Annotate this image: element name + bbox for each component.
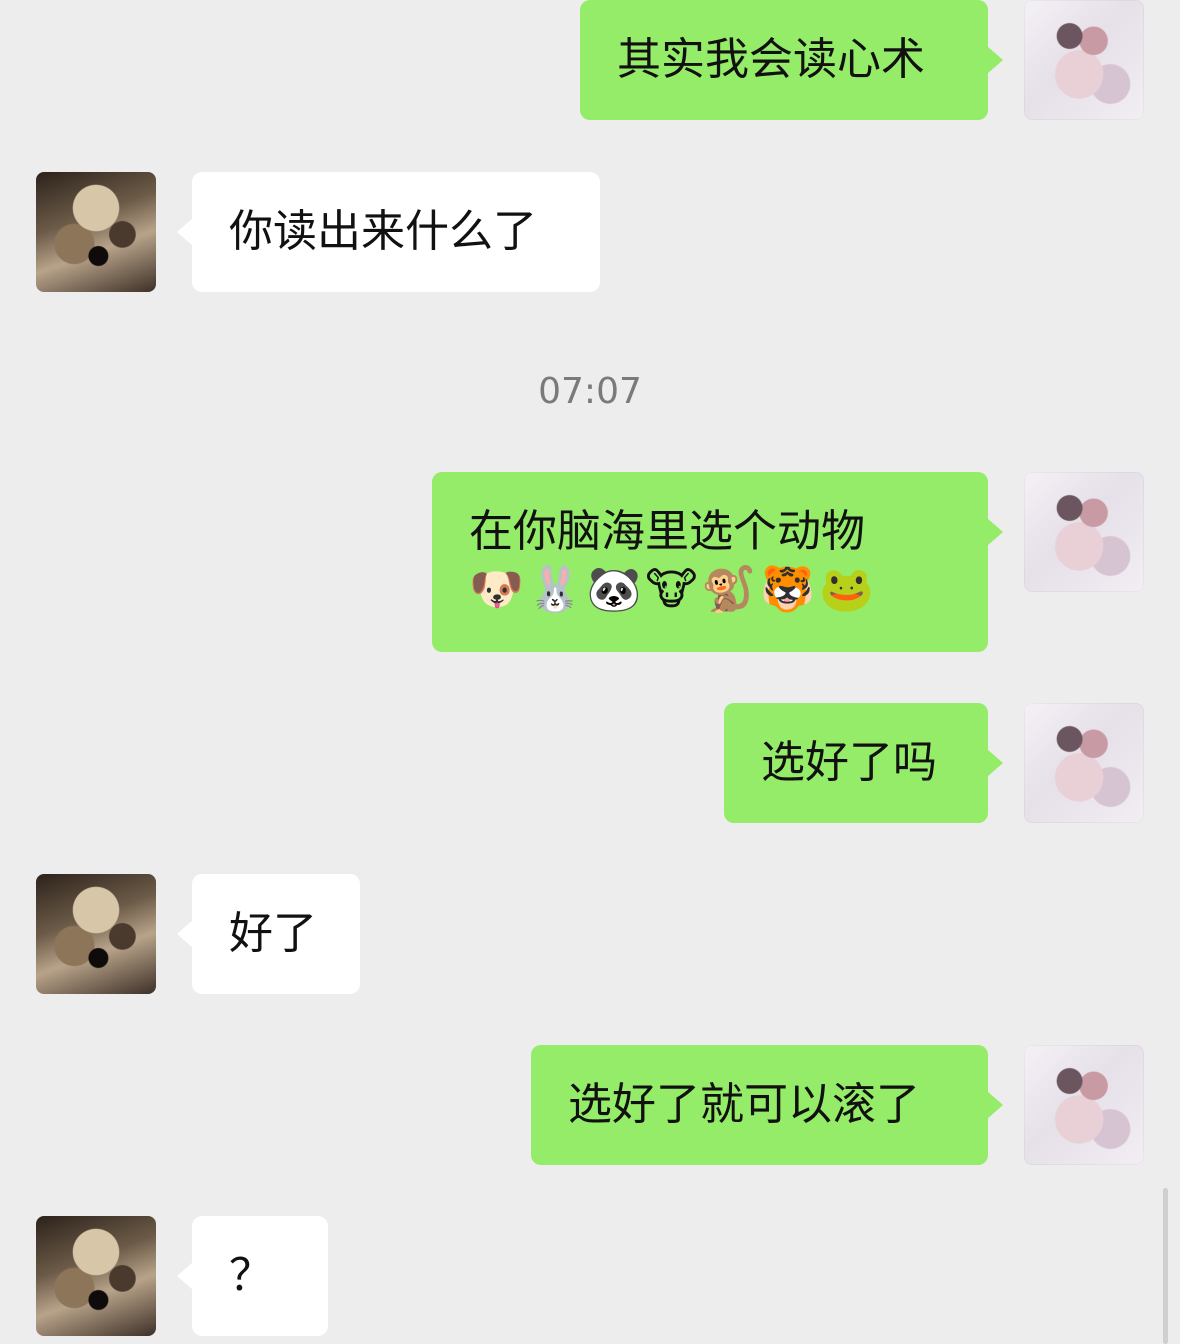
message-timestamp: 07:07 [538,371,642,412]
contact-avatar[interactable] [36,172,156,292]
self-avatar[interactable] [1024,0,1144,120]
message-text: 你读出来什么了 [229,206,537,257]
message-bubble-sent[interactable]: 在你脑海里选个动物 🐶🐰🐼🐮🐒🐯🐸 [432,472,1003,652]
message-text: 其实我会读心术 [617,34,925,85]
scrollbar[interactable] [1163,1188,1168,1344]
message-bubble-received[interactable]: 你读出来什么了 [177,172,600,292]
message-bubble-sent[interactable]: 其实我会读心术 [580,0,1003,120]
chat-message-list[interactable]: 其实我会读心术 你读出来什么了 07:07 在你脑海里选个动物 🐶🐰🐼🐮🐒🐯🐸 … [0,0,1180,1344]
self-avatar[interactable] [1024,703,1144,823]
contact-avatar[interactable] [36,874,156,994]
message-text: 选好了就可以滚了 [568,1079,920,1130]
message-bubble-sent[interactable]: 选好了就可以滚了 [531,1045,1003,1165]
message-bubble-received[interactable]: ？ [177,1216,328,1336]
contact-avatar[interactable] [36,1216,156,1336]
message-text: ？ [229,1250,273,1301]
message-bubble-received[interactable]: 好了 [177,874,360,994]
self-avatar[interactable] [1024,472,1144,592]
self-avatar[interactable] [1024,1045,1144,1165]
message-bubble-sent[interactable]: 选好了吗 [724,703,1003,823]
animal-emoji-row: 🐶🐰🐼🐮🐒🐯🐸 [469,564,878,615]
message-text: 在你脑海里选个动物 [469,506,865,557]
message-text: 好了 [229,908,317,959]
message-text: 选好了吗 [761,737,937,788]
